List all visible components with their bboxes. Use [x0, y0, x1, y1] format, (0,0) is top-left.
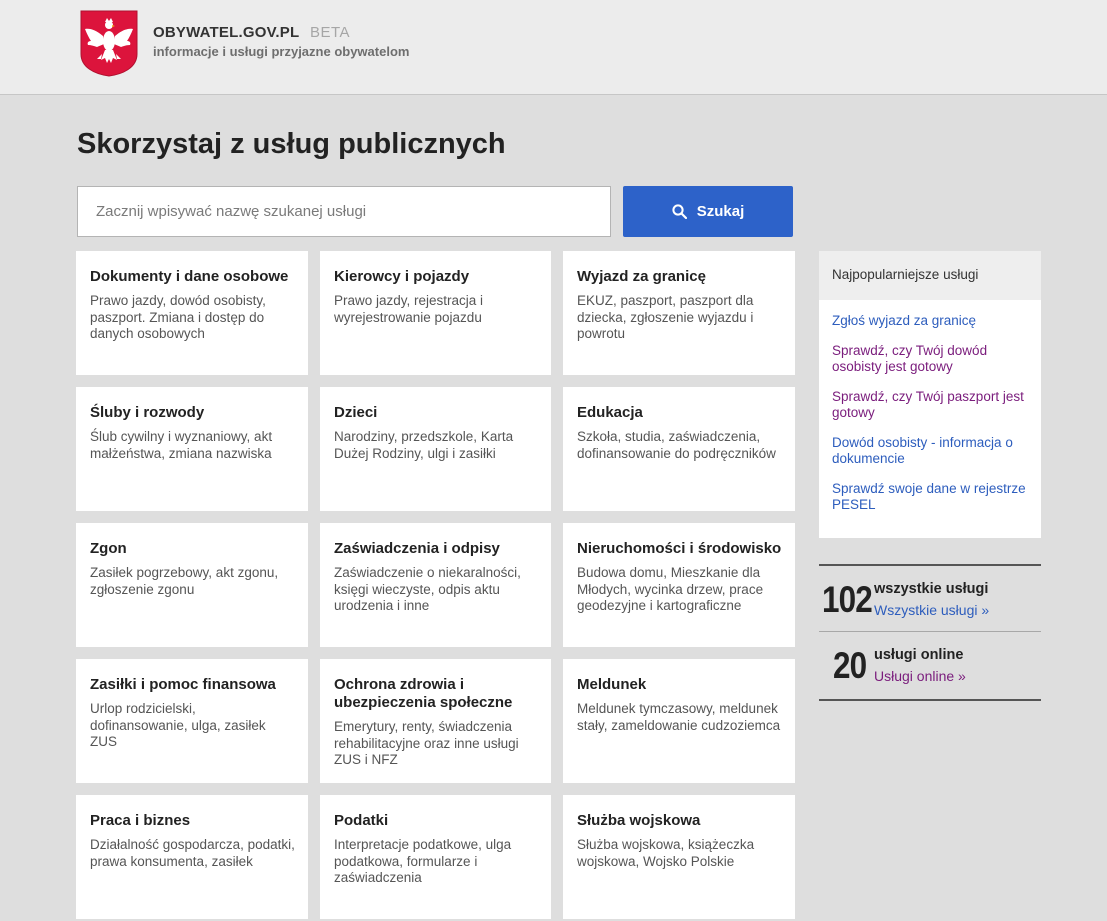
popular-services-list: Zgłoś wyjazd za granicę Sprawdź, czy Twó… — [819, 300, 1041, 514]
category-tile-taxes[interactable]: Podatki Interpretacje podatkowe, ulga pod… — [320, 795, 551, 919]
beta-badge: BETA — [310, 24, 351, 41]
category-title: Dzieci — [334, 404, 378, 421]
category-tile-children[interactable]: Dzieci Narodziny, przedszkole, Karta Duże… — [320, 387, 551, 511]
category-tile-death[interactable]: Zgon Zasiłek pogrzebowy, akt zgonu, zgłos… — [76, 523, 308, 647]
search-input[interactable] — [77, 186, 611, 237]
category-tile-benefits[interactable]: Zasiłki i pomoc finansowa Urlop rodziciel… — [76, 659, 308, 783]
category-title: Podatki — [334, 812, 389, 829]
category-title: Praca i biznes — [90, 812, 191, 829]
category-description: Służba wojskowa, książeczka wojskowa, Wo… — [577, 837, 755, 869]
category-tile-marriages[interactable]: Śluby i rozwody Ślub cywilny i wyznaniowy… — [76, 387, 308, 511]
popular-link-pesel-check[interactable]: Sprawdź swoje dane w rejestrze PESEL — [832, 481, 1028, 514]
category-description: Szkoła, studia, zaświadczenia, dofinanso… — [577, 429, 776, 461]
category-tile-certificates[interactable]: Zaświadczenia i odpisy Zaświadczenie o ni… — [320, 523, 551, 647]
search-button[interactable]: Szukaj — [623, 186, 793, 237]
category-tile-military[interactable]: Służba wojskowa Służba wojskowa, książecz… — [563, 795, 795, 919]
category-title: Zaświadczenia i odpisy — [334, 540, 500, 557]
category-title: Ochrona zdrowia i ubezpieczenia społeczn… — [334, 676, 513, 711]
category-title: Śluby i rozwody — [90, 404, 205, 421]
category-title: Zasiłki i pomoc finansowa — [90, 676, 276, 693]
category-description: EKUZ, paszport, paszport dla dziecka, zg… — [577, 293, 754, 341]
polish-eagle-emblem-icon[interactable] — [80, 10, 138, 77]
category-description: Działalność gospodarcza, podatki, prawa … — [90, 837, 295, 869]
all-services-link[interactable]: Wszystkie usługi » — [874, 602, 989, 618]
category-tile-education[interactable]: Edukacja Szkoła, studia, zaświadczenia, d… — [563, 387, 795, 511]
category-tile-drivers[interactable]: Kierowcy i pojazdy Prawo jazdy, rejestrac… — [320, 251, 551, 375]
online-services-stat: 20 usługi online Usługi online » — [819, 631, 1041, 701]
popular-link-passport-status[interactable]: Sprawdź, czy Twój paszport jest gotowy — [832, 389, 1028, 422]
category-description: Prawo jazdy, dowód osobisty, paszport. Z… — [90, 293, 266, 341]
site-header: OBYWATEL.GOV.PL BETA informacje i usługi… — [0, 0, 1107, 95]
service-categories-grid: Dokumenty i dane osobowe Prawo jazdy, dow… — [76, 251, 795, 919]
category-title: Edukacja — [577, 404, 643, 421]
category-description: Budowa domu, Mieszkanie dla Młodych, wyc… — [577, 565, 764, 613]
page-title: Skorzystaj z usług publicznych — [77, 128, 506, 160]
category-description: Urlop rodzicielski, dofinansowanie, ulga… — [90, 701, 266, 749]
brand-tagline: informacje i usługi przyjazne obywatelom — [153, 44, 410, 59]
category-tile-documents[interactable]: Dokumenty i dane osobowe Prawo jazdy, dow… — [76, 251, 308, 375]
category-tile-real-estate[interactable]: Nieruchomości i środowisko Budowa domu, M… — [563, 523, 795, 647]
popular-link-id-card-info[interactable]: Dowód osobisty - informacja o dokumencie — [832, 435, 1028, 468]
search-button-label: Szukaj — [696, 203, 745, 220]
category-tile-travel-abroad[interactable]: Wyjazd za granicę EKUZ, paszport, paszpor… — [563, 251, 795, 375]
category-title: Nieruchomości i środowisko — [577, 540, 782, 557]
all-services-stat: 102 wszystkie usługi Wszystkie usługi » — [819, 564, 1041, 632]
popular-link-report-travel[interactable]: Zgłoś wyjazd za granicę — [832, 313, 1028, 330]
category-description: Interpretacje podatkowe, ulga podatkowa,… — [334, 837, 512, 885]
all-services-count: 102 — [822, 579, 873, 620]
category-description: Emerytury, renty, świadczenia rehabilita… — [334, 719, 519, 767]
category-description: Prawo jazdy, rejestracja i wyrejestrowan… — [334, 293, 484, 325]
category-title: Kierowcy i pojazdy — [334, 268, 470, 285]
category-description: Meldunek tymczasowy, meldunek stały, zam… — [577, 701, 781, 733]
online-services-label: usługi online — [874, 647, 964, 663]
category-title: Dokumenty i dane osobowe — [90, 268, 289, 285]
search-icon — [672, 204, 687, 219]
category-title: Wyjazd za granicę — [577, 268, 706, 285]
category-tile-work-business[interactable]: Praca i biznes Działalność gospodarcza, p… — [76, 795, 308, 919]
online-services-link[interactable]: Usługi online » — [874, 668, 966, 684]
category-description: Narodziny, przedszkole, Karta Dużej Rodz… — [334, 429, 514, 461]
category-title: Meldunek — [577, 676, 647, 693]
category-description: Zasiłek pogrzebowy, akt zgonu, zgłoszeni… — [90, 565, 279, 597]
popular-link-id-card-status[interactable]: Sprawdź, czy Twój dowód osobisty jest go… — [832, 343, 1028, 376]
brand-name[interactable]: OBYWATEL.GOV.PL — [153, 24, 299, 41]
popular-services-title: Najpopularniejsze usługi — [819, 251, 1041, 300]
category-description: Ślub cywilny i wyznaniowy, akt małżeństw… — [90, 429, 273, 461]
online-services-count: 20 — [833, 645, 867, 686]
category-tile-health-insurance[interactable]: Ochrona zdrowia i ubezpieczenia społeczn… — [320, 659, 551, 783]
all-services-label: wszystkie usługi — [874, 581, 989, 597]
category-title: Służba wojskowa — [577, 812, 701, 829]
popular-services-panel: Najpopularniejsze usługi Zgłoś wyjazd za… — [819, 251, 1041, 538]
category-title: Zgon — [90, 540, 127, 557]
category-description: Zaświadczenie o niekaralności, księgi wi… — [334, 565, 521, 613]
category-tile-registration[interactable]: Meldunek Meldunek tymczasowy, meldunek st… — [563, 659, 795, 783]
